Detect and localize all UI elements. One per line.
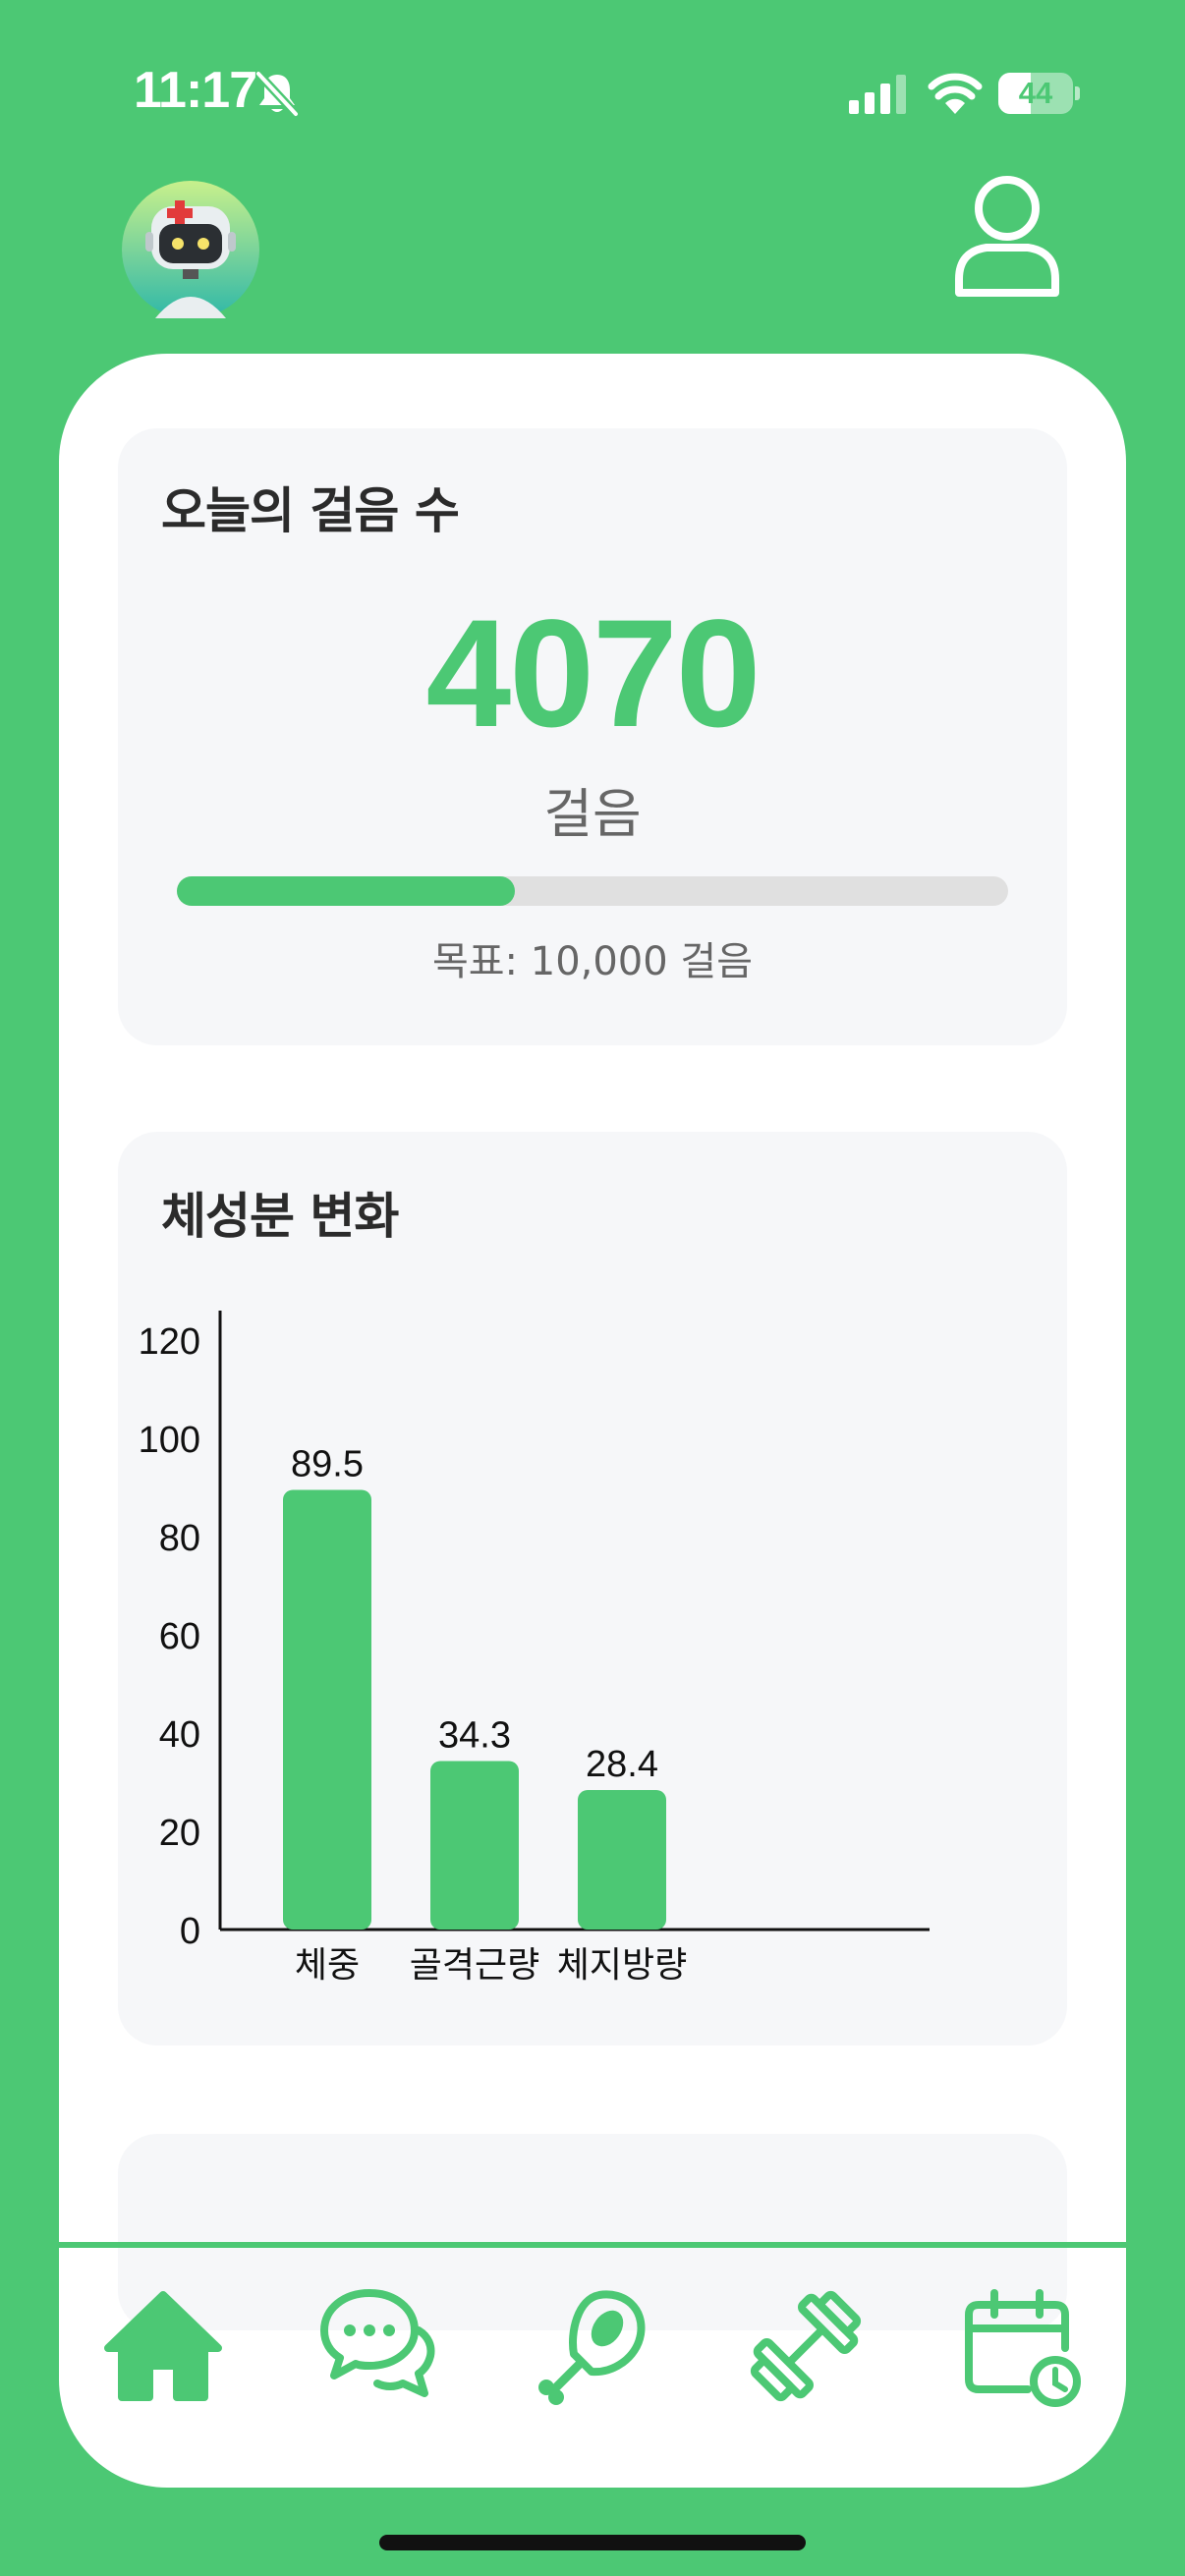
step-count: 4070: [425, 588, 761, 759]
bottom-nav: [59, 2248, 1126, 2488]
body-composition-chart: 0 20 40 60 80 100 120 89.5 체중 34.3 골격근량 28.4 체지방량: [139, 1311, 930, 1986]
calendar-clock-icon: [965, 2289, 1081, 2407]
y-tick-label: 60: [159, 1616, 200, 1657]
dumbbell-icon: [750, 2290, 862, 2402]
bell-slash-icon: [254, 70, 300, 118]
x-tick-label: 골격근량: [410, 1945, 539, 1986]
cellular-signal-icon: [849, 75, 906, 114]
chart-bar: [430, 1761, 519, 1930]
x-tick-label: 체중: [295, 1945, 360, 1986]
y-tick-label: 0: [180, 1911, 200, 1952]
user-profile-icon[interactable]: [953, 173, 1061, 299]
wifi-icon: [928, 73, 983, 114]
chart-bar: [578, 1790, 666, 1930]
body-composition-card: 체성분 변화 0 20 40 60 80 100 120 89.5 체중 34.3 골격근량 28.4…: [118, 1132, 1067, 2045]
y-tick-label: 120: [139, 1321, 200, 1363]
chat-bubbles-icon: [320, 2289, 435, 2397]
battery-icon: 44: [998, 73, 1080, 114]
y-tick-label: 100: [139, 1420, 200, 1461]
y-tick-label: 20: [159, 1813, 200, 1854]
steps-card: 오늘의 걸음 수 4070 걸음 목표: 10,000 걸음: [118, 428, 1067, 1045]
nav-workout[interactable]: [707, 2248, 904, 2444]
bar-value-label: 34.3: [438, 1715, 511, 1757]
nav-schedule[interactable]: [922, 2248, 1118, 2444]
robot-doctor-avatar[interactable]: [122, 181, 259, 318]
step-unit: 걸음: [543, 783, 642, 845]
home-indicator[interactable]: [379, 2535, 806, 2550]
bar-value-label: 28.4: [586, 1744, 658, 1785]
status-bar: 11:17 44: [0, 0, 1185, 187]
nav-home[interactable]: [65, 2248, 261, 2444]
y-tick-label: 40: [159, 1714, 200, 1756]
steps-goal-text: 목표: 10,000 걸음: [431, 939, 754, 984]
nav-diet[interactable]: [493, 2248, 690, 2444]
meat-drumstick-icon: [538, 2290, 646, 2405]
x-tick-label: 체지방량: [557, 1945, 687, 1986]
y-tick-label: 80: [159, 1518, 200, 1559]
steps-progress-fill: [177, 876, 516, 906]
home-icon: [104, 2291, 222, 2401]
nav-chat[interactable]: [279, 2248, 476, 2444]
steps-progress-bar: [177, 876, 1008, 906]
bar-value-label: 89.5: [291, 1444, 364, 1485]
battery-level: 44: [1018, 76, 1053, 110]
status-time: 11:17: [134, 62, 257, 119]
chart-bar: [283, 1489, 371, 1930]
main-panel: 오늘의 걸음 수 4070 걸음 목표: 10,000 걸음 체성분 변화 02…: [59, 354, 1126, 2488]
steps-card-title: 오늘의 걸음 수: [161, 482, 460, 539]
